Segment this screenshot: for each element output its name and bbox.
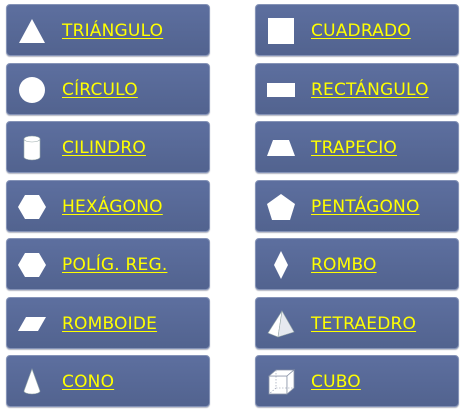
hexagon-button[interactable]: HEXÁGONO xyxy=(6,179,210,233)
pentagon-icon xyxy=(266,193,296,221)
triangle-link[interactable]: TRIÁNGULO xyxy=(62,5,163,57)
rhombus-button[interactable]: ROMBO xyxy=(255,238,459,290)
hexagon-link[interactable]: HEXÁGONO xyxy=(62,181,163,233)
circle-link[interactable]: CÍRCULO xyxy=(62,64,138,116)
trapezoid-button[interactable]: TRAPECIO xyxy=(255,121,459,173)
rhombus-icon xyxy=(266,251,296,279)
cone-button[interactable]: CONO xyxy=(6,355,210,407)
trapezoid-link[interactable]: TRAPECIO xyxy=(311,122,397,174)
cylinder-button[interactable]: CILINDRO xyxy=(6,121,210,173)
square-icon xyxy=(266,17,296,45)
regular-polygon-button[interactable]: POLÍG. REG. xyxy=(6,238,210,290)
cylinder-icon xyxy=(17,134,47,162)
rectangle-button[interactable]: RECTÁNGULO xyxy=(255,62,459,116)
cylinder-link[interactable]: CILINDRO xyxy=(62,122,146,174)
rectangle-icon xyxy=(266,76,296,104)
hexagon-icon xyxy=(17,193,47,221)
rhombus-link[interactable]: ROMBO xyxy=(311,239,377,291)
cube-icon xyxy=(266,368,296,396)
pentagon-link[interactable]: PENTÁGONO xyxy=(311,181,420,233)
rectangle-link[interactable]: RECTÁNGULO xyxy=(311,64,429,116)
tetrahedron-icon xyxy=(266,309,296,338)
triangle-button[interactable]: TRIÁNGULO xyxy=(6,4,210,56)
pentagon-button[interactable]: PENTÁGONO xyxy=(255,179,459,233)
rhomboid-icon xyxy=(17,310,47,338)
square-button[interactable]: CUADRADO xyxy=(255,4,459,56)
rhomboid-button[interactable]: ROMBOIDE xyxy=(6,296,210,350)
circle-icon xyxy=(17,76,47,104)
triangle-icon xyxy=(17,17,47,45)
tetrahedron-button[interactable]: TETRAEDRO xyxy=(255,296,459,350)
regular-polygon-link[interactable]: POLÍG. REG. xyxy=(62,239,167,291)
tetrahedron-link[interactable]: TETRAEDRO xyxy=(311,298,416,350)
shapes-left-column: TRIÁNGULO CÍRCULO CILINDRO HEXÁGONO POLÍ… xyxy=(6,4,210,414)
cone-link[interactable]: CONO xyxy=(62,356,114,408)
rhomboid-link[interactable]: ROMBOIDE xyxy=(62,298,157,350)
trapezoid-icon xyxy=(266,134,296,162)
regular-polygon-icon xyxy=(17,251,47,279)
cube-link[interactable]: CUBO xyxy=(311,356,361,408)
circle-button[interactable]: CÍRCULO xyxy=(6,62,210,116)
square-link[interactable]: CUADRADO xyxy=(311,5,411,57)
shapes-right-column: CUADRADO RECTÁNGULO TRAPECIO PENTÁGONO R… xyxy=(255,4,459,414)
cone-icon xyxy=(17,368,47,396)
cube-button[interactable]: CUBO xyxy=(255,355,459,407)
